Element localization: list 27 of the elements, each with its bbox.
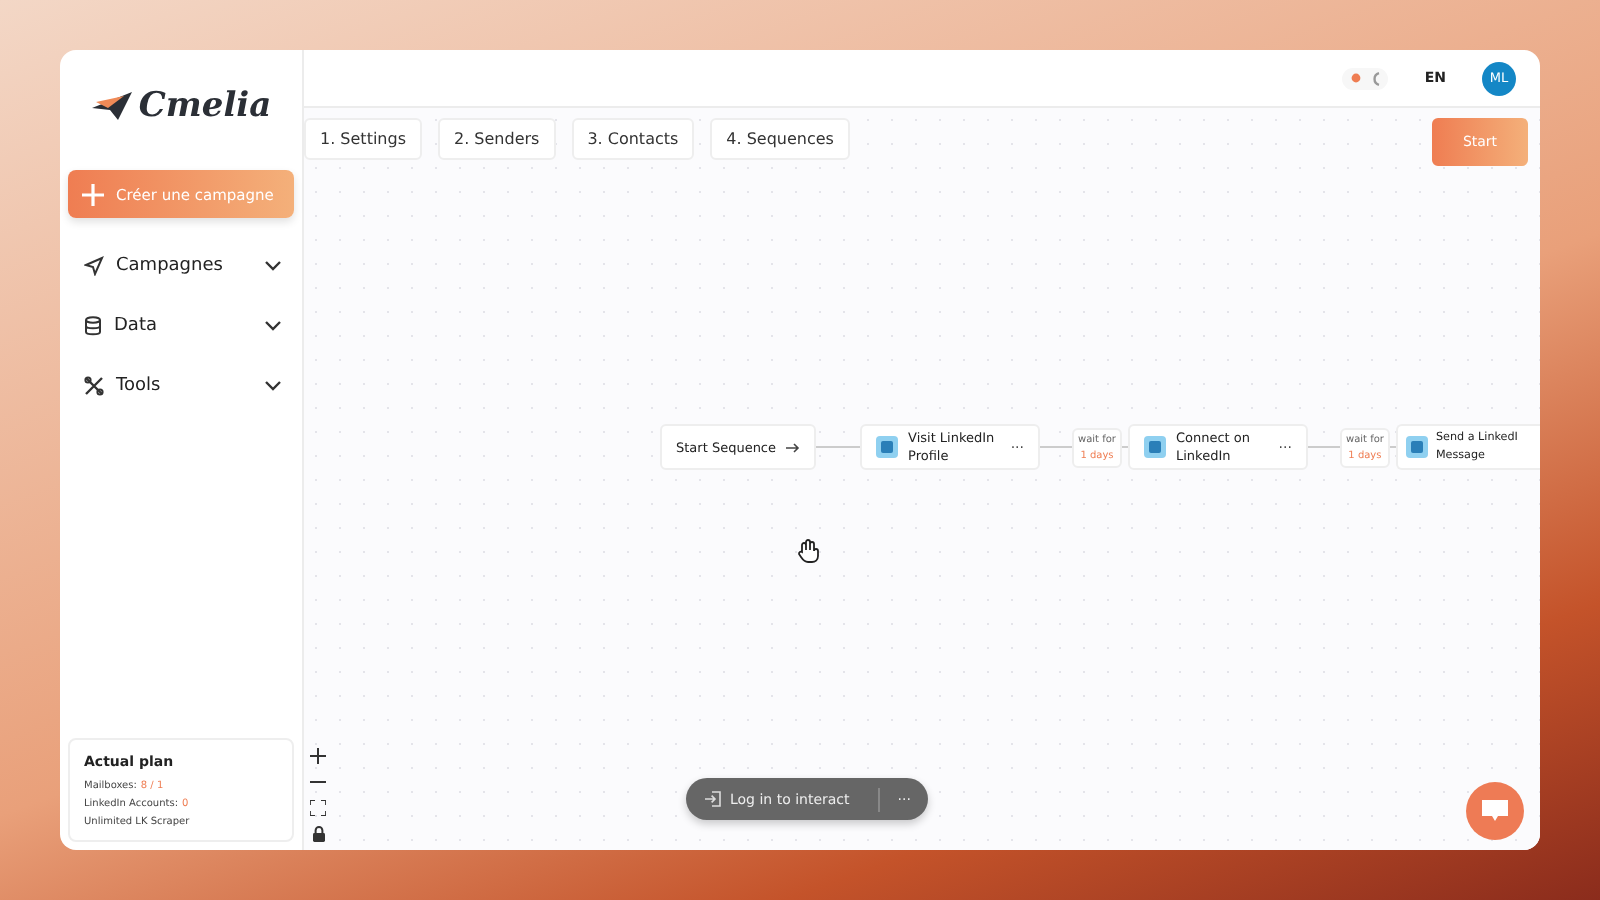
zoom-in-icon[interactable]: [310, 748, 326, 764]
hand-cursor-icon: [796, 536, 824, 564]
sidebar-menu-item[interactable]: Campagnes: [68, 246, 294, 284]
tools-icon: [84, 375, 104, 395]
linkedin-icon: [876, 436, 899, 458]
step-tab[interactable]: 2. Senders: [438, 118, 556, 160]
arrow-right-icon: [786, 441, 801, 453]
database-icon: [84, 315, 102, 335]
send-icon: [84, 255, 104, 275]
lock-icon[interactable]: [311, 826, 325, 842]
chat-button[interactable]: [1466, 782, 1524, 840]
sidebar-menu-item[interactable]: Data: [68, 306, 294, 344]
step-tab[interactable]: 4. Sequences: [710, 118, 850, 160]
moon-icon: [1370, 71, 1381, 85]
chat-icon: [1482, 800, 1508, 822]
plus-icon: [82, 183, 104, 205]
step-tab[interactable]: 3. Contacts: [571, 118, 695, 160]
sun-icon: [1350, 72, 1363, 84]
login-icon: [704, 790, 722, 808]
sidebar-menu-item[interactable]: Tools: [68, 366, 294, 404]
paper-plane-logo-icon: [90, 90, 135, 122]
fit-view-icon[interactable]: [310, 800, 326, 816]
linkedin-icon: [1143, 436, 1166, 458]
theme-toggle[interactable]: [1342, 67, 1389, 89]
step-tab[interactable]: 1. Settings: [304, 118, 422, 160]
linkedin-icon: [1405, 436, 1428, 458]
logo-text: Cmelia: [138, 86, 272, 126]
